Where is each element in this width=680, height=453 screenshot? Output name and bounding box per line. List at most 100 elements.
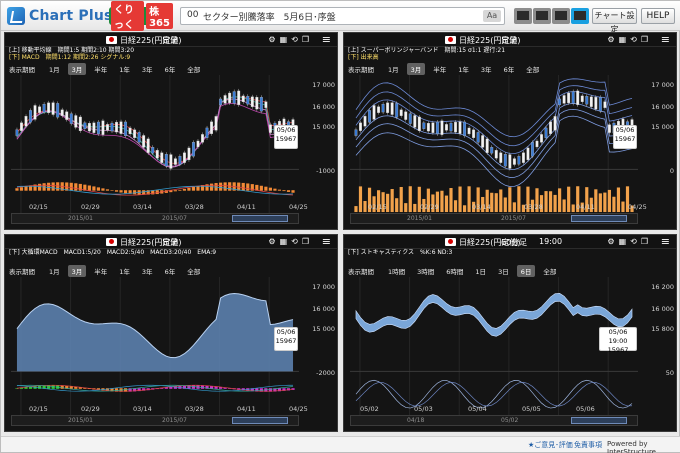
candle (178, 156, 182, 165)
help-button[interactable]: HELP (641, 8, 675, 24)
period-button[interactable]: 全部 (522, 63, 543, 75)
copy-icon[interactable]: ❐ (641, 35, 648, 44)
period-button[interactable]: 1月 (384, 63, 403, 75)
tooltip-date: 05/06 (276, 328, 296, 336)
reset-icon[interactable]: ⟲ (291, 35, 298, 44)
menu-icon[interactable]: ≡ (322, 33, 331, 46)
layout-two-button[interactable] (533, 8, 551, 24)
panel-tools: ⚙ ▦ ⟲ ❐ (607, 35, 648, 44)
period-button[interactable]: 6時間 (442, 265, 467, 277)
period-label: 表示期間 (348, 268, 374, 276)
range-navigator[interactable]: 2015/012015/072016/01 (350, 213, 638, 224)
navigator-handle[interactable] (232, 417, 288, 424)
param-line: [下] MACD 期間1:12 期間2:26 シグナル:9 (9, 54, 131, 61)
navigator-handle[interactable] (571, 215, 627, 222)
menu-icon[interactable]: ≡ (661, 235, 670, 248)
period-button[interactable]: 全部 (539, 265, 560, 277)
x-tick: 03/14 (472, 203, 491, 211)
period-button[interactable]: 3年 (477, 63, 496, 75)
candle (160, 152, 164, 163)
period-button[interactable]: 3月 (406, 63, 426, 75)
panel-header: 日経225(円定値) 日足 ⚙ ▦ ⟲ ❐ ≡ (5, 33, 337, 47)
period-button[interactable]: 6年 (500, 63, 519, 75)
copy-icon[interactable]: ❐ (302, 237, 309, 246)
period-button[interactable]: 全部 (183, 265, 204, 277)
range-navigator[interactable]: 04/18 05/02 (350, 415, 638, 426)
chart-settings-button[interactable]: チャート設定 (592, 8, 637, 34)
feedback-link[interactable]: ★ご意見･評価 (528, 440, 573, 450)
font-size-button[interactable]: Aa (483, 10, 501, 22)
reset-icon[interactable]: ⟲ (630, 237, 637, 246)
period-button[interactable]: 1時間 (384, 265, 409, 277)
candle (440, 120, 444, 135)
y-tick: 16 000 (651, 103, 674, 111)
settings-gear-icon[interactable]: ⚙ (268, 35, 275, 44)
reset-icon[interactable]: ⟲ (291, 237, 298, 246)
candle (558, 98, 562, 106)
macd-bar (47, 182, 51, 191)
layout-four-button[interactable] (571, 8, 589, 24)
candle (133, 129, 137, 138)
table-icon[interactable]: ▦ (280, 237, 288, 246)
period-button[interactable]: 3月 (67, 265, 87, 277)
macd-bar (37, 385, 42, 389)
chart-canvas[interactable] (350, 277, 638, 417)
period-button[interactable]: 半年 (429, 63, 450, 75)
x-tick: 02/29 (81, 405, 100, 413)
period-button[interactable]: 全部 (183, 63, 204, 75)
table-icon[interactable]: ▦ (619, 237, 627, 246)
navigator-handle[interactable] (232, 215, 288, 222)
layout-three-button[interactable] (552, 8, 570, 24)
candle (589, 96, 593, 107)
period-button[interactable]: 6日 (516, 265, 536, 277)
menu-icon[interactable]: ≡ (322, 235, 331, 248)
chart-canvas[interactable] (350, 75, 638, 215)
period-button[interactable]: 6年 (161, 265, 180, 277)
period-button[interactable]: 1月 (45, 63, 64, 75)
y-tick: 16 200 (651, 283, 674, 291)
navigator-handle[interactable] (571, 417, 627, 424)
period-button[interactable]: 1月 (45, 265, 64, 277)
table-icon[interactable]: ▦ (280, 35, 288, 44)
nav-date: 2015/07 (501, 215, 526, 222)
copy-icon[interactable]: ❐ (641, 237, 648, 246)
table-icon[interactable]: ▦ (619, 35, 627, 44)
period-button[interactable]: 1日 (471, 265, 490, 277)
layout-single-button[interactable] (514, 8, 532, 24)
x-axis-labels: 02/15 02/29 03/14 03/28 04/11 04/25 (350, 203, 647, 211)
candle (576, 90, 580, 105)
period-button[interactable]: 3年 (138, 265, 157, 277)
period-button[interactable]: 3月 (67, 63, 87, 75)
chart-canvas[interactable] (11, 277, 299, 417)
period-button[interactable]: 半年 (90, 265, 111, 277)
settings-gear-icon[interactable]: ⚙ (268, 237, 275, 246)
period-button[interactable]: 1年 (115, 63, 134, 75)
period-button[interactable]: 3日 (494, 265, 513, 277)
candle (381, 103, 385, 113)
macd-bar (246, 183, 250, 191)
candle (517, 156, 521, 165)
candle (540, 134, 543, 143)
macd-bar (105, 189, 110, 191)
chart-panel-1: 日経225(円定値) 日足 ⚙ ▦ ⟲ ❐ ≡ [上] 移動平均線 期間1:5 … (4, 32, 338, 230)
period-button[interactable]: 1年 (454, 63, 473, 75)
macd-bar (37, 183, 42, 191)
news-ticker-field[interactable]: 00 セクター別騰落率 5月6日･序盤 Aa (180, 7, 505, 25)
menu-icon[interactable]: ≡ (661, 33, 670, 46)
period-button[interactable]: 1年 (115, 265, 134, 277)
tooltip-value: 15967 (614, 135, 636, 143)
reset-icon[interactable]: ⟲ (630, 35, 637, 44)
settings-gear-icon[interactable]: ⚙ (607, 237, 614, 246)
chart-canvas[interactable] (11, 75, 299, 215)
period-button[interactable]: 半年 (90, 63, 111, 75)
copy-icon[interactable]: ❐ (302, 35, 309, 44)
range-navigator[interactable]: 2015/012015/072016/01 (11, 415, 299, 426)
period-button[interactable]: 3時間 (413, 265, 438, 277)
disclaimer-link[interactable]: 免責事項 (574, 440, 602, 450)
macd-bar (187, 187, 191, 191)
range-navigator[interactable]: 2015/012015/072016/01 (11, 213, 299, 224)
period-button[interactable]: 6年 (161, 63, 180, 75)
settings-gear-icon[interactable]: ⚙ (607, 35, 614, 44)
period-button[interactable]: 3年 (138, 63, 157, 75)
x-tick: 03/28 (185, 203, 204, 211)
